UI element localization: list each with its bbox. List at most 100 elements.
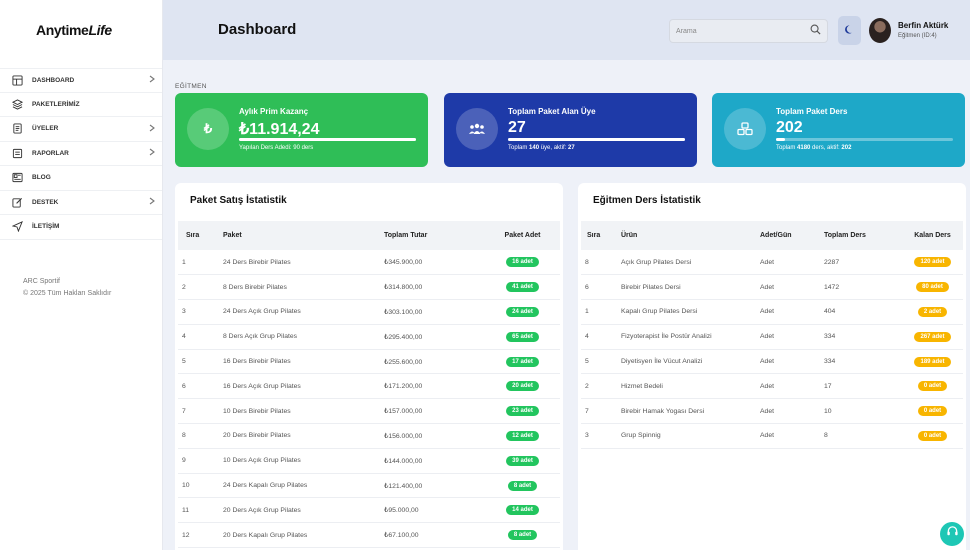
table-row[interactable]: 8 20 Ders Birebir Pilates ₺156.000,00 12…: [178, 423, 560, 449]
chevron-right-icon[interactable]: [142, 148, 162, 158]
col-header[interactable]: Paket Adet: [485, 221, 560, 250]
table-row[interactable]: 3 24 Ders Açık Grup Pilates ₺303.100,00 …: [178, 299, 560, 325]
table-row[interactable]: 4 8 Ders Açık Grup Pilates ₺295.400,00 6…: [178, 324, 560, 350]
cell-remaining: 2 adet: [902, 299, 963, 325]
col-header[interactable]: Ürün: [621, 221, 760, 250]
table-row[interactable]: 3 Grup Spinnig Adet 8 0 adet: [581, 423, 963, 449]
lira-icon: ₺: [187, 108, 229, 150]
card-subtext: Yapılan Ders Adedi: 90 ders: [239, 145, 314, 151]
cell-package: 20 Ders Açık Grup Pilates: [223, 497, 384, 524]
edit-icon: [12, 197, 23, 208]
cell-rank: 3: [581, 423, 621, 449]
subtext-middle: üye, aktif:: [539, 145, 569, 151]
cell-total-lessons: 8: [824, 423, 902, 449]
cell-total: ₺171.200,00: [384, 373, 485, 400]
card-value: 27: [508, 119, 526, 136]
table-row[interactable]: 2 8 Ders Birebir Pilates ₺314.800,00 41 …: [178, 274, 560, 301]
table-row[interactable]: 11 20 Ders Açık Grup Pilates ₺95.000,00 …: [178, 497, 560, 524]
cell-package: 10 Ders Birebir Pilates: [223, 398, 384, 425]
avatar[interactable]: [869, 18, 891, 43]
table-row[interactable]: 7 Birebir Hamak Yogası Dersi Adet 10 0 a…: [581, 398, 963, 425]
col-header[interactable]: Toplam Ders: [824, 221, 902, 250]
table-row[interactable]: 8 Açık Grup Pilates Dersi Adet 2287 120 …: [581, 250, 963, 276]
sidebar-item-label: DESTEK: [32, 198, 59, 206]
brand-logo-part1: Anytime: [36, 22, 89, 38]
cell-product: Kapalı Grup Pilates Dersi: [621, 299, 760, 325]
remaining-badge: 0 adet: [917, 430, 948, 441]
sidebar-item-destek[interactable]: DESTEK: [0, 191, 162, 215]
package-sales-panel: Paket Satış İstatistik Sıra Paket Toplam…: [175, 183, 563, 550]
sidebar-item-label: RAPORLAR: [32, 149, 69, 157]
sidebar-item-raporlar[interactable]: RAPORLAR: [0, 142, 162, 166]
report-icon: [12, 148, 23, 159]
col-header[interactable]: Adet/Gün: [760, 221, 824, 250]
card-lessons: Toplam Paket Ders 202 Toplam 4180 ders, …: [712, 93, 965, 167]
subtext-prefix: Toplam: [776, 145, 798, 151]
search-icon[interactable]: [810, 22, 821, 40]
card-subtext: Toplam 140 üye, aktif: 27: [508, 145, 575, 151]
instructor-lessons-table: Sıra Ürün Adet/Gün Toplam Ders Kalan Der…: [581, 221, 963, 449]
chevron-right-icon[interactable]: [142, 124, 162, 134]
remaining-badge: 0 adet: [917, 381, 948, 392]
sidebar-item-blog[interactable]: BLOG: [0, 166, 162, 191]
remaining-badge: 267 adet: [914, 331, 951, 342]
cell-count: 39 adet: [485, 448, 560, 474]
cell-unit: Adet: [760, 349, 824, 375]
count-badge: 17 adet: [506, 356, 539, 367]
table-row[interactable]: 4 Fizyoterapist İle Postür Analizi Adet …: [581, 324, 963, 350]
col-header[interactable]: Paket: [223, 221, 384, 250]
cell-total: ₺295.400,00: [384, 324, 485, 350]
sidebar-item-üyeler[interactable]: ÜYELER: [0, 117, 162, 142]
cell-count: 65 adet: [485, 324, 560, 350]
cell-package: 8 Ders Birebir Pilates: [223, 274, 384, 301]
cell-rank: 1: [581, 299, 621, 325]
sidebar-footer: ARC Sportif © 2025 Tüm Hakları Saklıdır: [23, 276, 111, 300]
sidebar-item-paketleri̇mi̇z[interactable]: PAKETLERİMİZ: [0, 93, 162, 117]
card-title: Toplam Paket Ders: [776, 107, 848, 116]
search-input[interactable]: [676, 27, 810, 35]
sidebar-item-label: ÜYELER: [32, 125, 59, 133]
cell-product: Grup Spinnig: [621, 423, 760, 449]
chevron-right-icon[interactable]: [142, 75, 162, 85]
user-name[interactable]: Berfin Aktürk: [898, 21, 948, 30]
sidebar-item-dashboard[interactable]: DASHBOARD: [0, 68, 162, 93]
table-row[interactable]: 1 Kapalı Grup Pilates Dersi Adet 404 2 a…: [581, 299, 963, 325]
cell-package: 16 Ders Birebir Pilates: [223, 349, 384, 375]
cell-unit: Adet: [760, 324, 824, 350]
chevron-right-icon[interactable]: [142, 197, 162, 207]
count-badge: 24 adet: [506, 306, 539, 317]
cell-total: ₺95.000,00: [384, 497, 485, 524]
table-row[interactable]: 10 24 Ders Kapalı Grup Pilates ₺121.400,…: [178, 473, 560, 499]
group-icon: [456, 108, 498, 150]
table-row[interactable]: 12 20 Ders Kapalı Grup Pilates ₺67.100,0…: [178, 522, 560, 549]
col-header[interactable]: Sıra: [178, 221, 223, 250]
col-header[interactable]: Sıra: [581, 221, 621, 250]
remaining-badge: 0 adet: [917, 406, 948, 417]
col-header[interactable]: Toplam Tutar: [384, 221, 485, 250]
sidebar-item-i̇leti̇şi̇m[interactable]: İLETİŞİM: [0, 215, 162, 240]
table-row[interactable]: 1 24 Ders Birebir Pilates ₺345.900,00 16…: [178, 250, 560, 276]
cell-product: Açık Grup Pilates Dersi: [621, 250, 760, 276]
support-chat-button[interactable]: [940, 522, 964, 546]
table-row[interactable]: 7 10 Ders Birebir Pilates ₺157.000,00 23…: [178, 398, 560, 425]
cell-total-lessons: 334: [824, 324, 902, 350]
card-progress-fill: [508, 138, 685, 141]
brand-logo[interactable]: AnytimeLife: [36, 22, 112, 38]
search-box[interactable]: [669, 19, 828, 43]
table-row[interactable]: 5 16 Ders Birebir Pilates ₺255.600,00 17…: [178, 349, 560, 375]
table-row[interactable]: 6 Birebir Pilates Dersi Adet 1472 80 ade…: [581, 274, 963, 301]
count-badge: 65 adet: [506, 331, 539, 342]
table-row[interactable]: 5 Diyetisyen İle Vücut Analizi Adet 334 …: [581, 349, 963, 375]
cell-rank: 11: [178, 497, 223, 524]
table-row[interactable]: 2 Hizmet Bedeli Adet 17 0 adet: [581, 373, 963, 400]
cell-rank: 12: [178, 522, 223, 549]
col-header[interactable]: Kalan Ders: [902, 221, 963, 250]
cell-remaining: 0 adet: [902, 398, 963, 425]
subtext-total: 140: [529, 145, 540, 151]
theme-toggle-button[interactable]: [838, 16, 861, 45]
count-badge: 23 adet: [506, 406, 539, 417]
table-row[interactable]: 9 10 Ders Açık Grup Pilates ₺144.000,00 …: [178, 448, 560, 474]
table-row[interactable]: 6 16 Ders Açık Grup Pilates ₺171.200,00 …: [178, 373, 560, 400]
remaining-badge: 189 adet: [914, 356, 951, 367]
card-title: Aylık Prim Kazanç: [239, 107, 309, 116]
